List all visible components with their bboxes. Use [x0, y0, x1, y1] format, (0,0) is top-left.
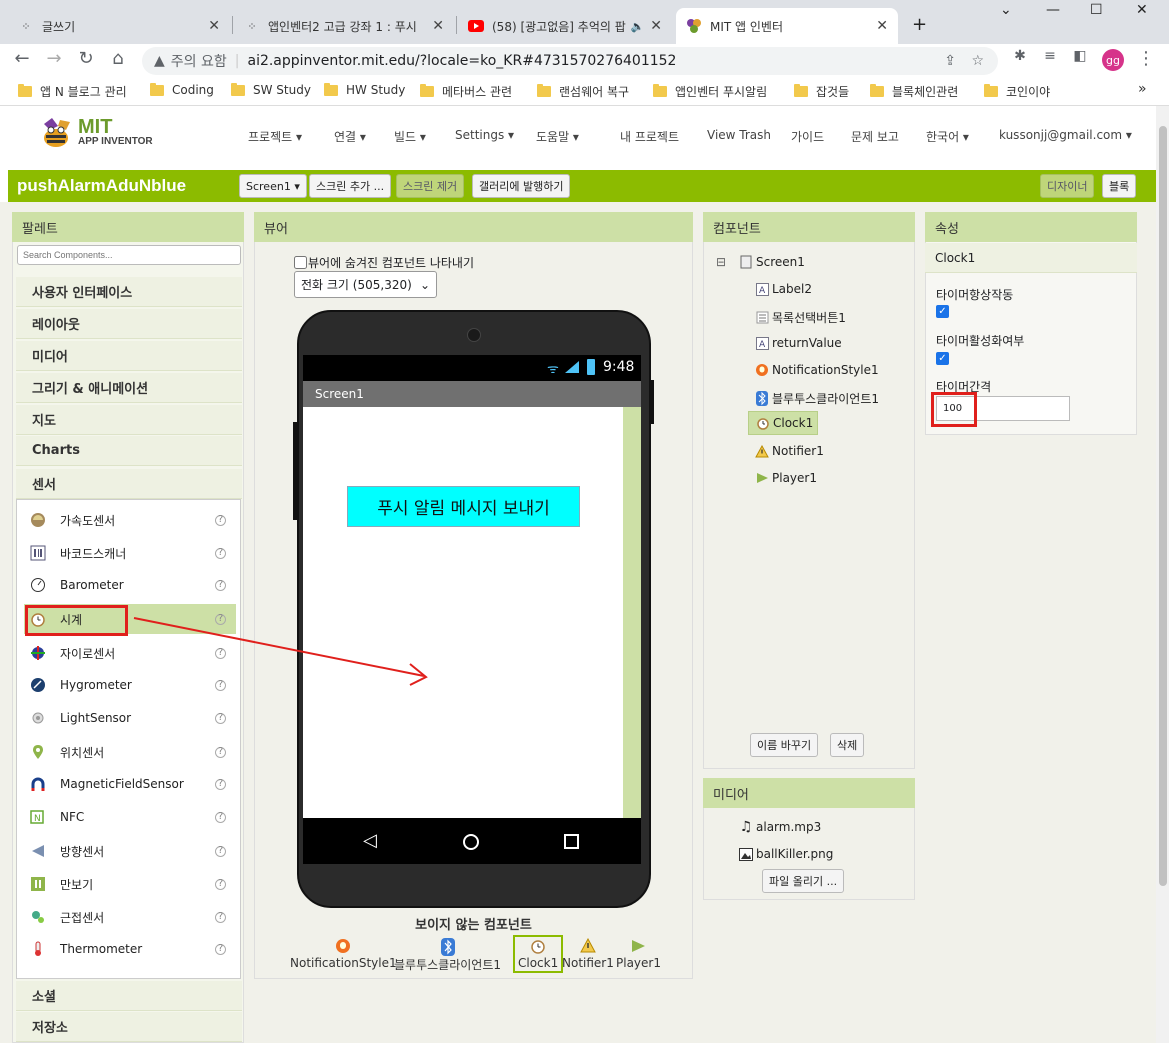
label-icon: A [755, 282, 769, 296]
item-label: Notifier1 [772, 444, 824, 458]
enabled-label: 타이머활성화여부 [936, 334, 1025, 348]
page-scrollbar[interactable] [1156, 106, 1169, 1043]
svg-text:A: A [759, 340, 766, 350]
delete-button[interactable]: 삭제 [830, 733, 865, 757]
music-icon: ♫ [739, 819, 753, 835]
selected-component-name: Clock1 [925, 243, 1137, 273]
component-listpicker1[interactable]: 목록선택버튼1 [755, 309, 846, 326]
annotation-highlight-interval [931, 392, 977, 427]
rename-button[interactable]: 이름 바꾸기 [750, 733, 819, 757]
component-returnvalue[interactable]: AreturnValue [755, 336, 842, 350]
clock-icon [756, 416, 770, 430]
component-bluetooth1[interactable]: 블루투스클라이언트1 [755, 390, 879, 407]
item-label: 블루투스클라이언트1 [772, 392, 879, 406]
bluetooth-icon [755, 391, 769, 406]
item-label: 목록선택버튼1 [772, 311, 846, 325]
properties-title: 속성 [925, 212, 1137, 242]
item-label: ballKiller.png [756, 847, 834, 861]
scrollbar-thumb[interactable] [1159, 126, 1167, 886]
media-file-alarm[interactable]: ♫ alarm.mp3 [739, 819, 822, 835]
component-notificationstyle1[interactable]: NotificationStyle1 [755, 363, 879, 377]
annotation-arrow [133, 617, 428, 686]
component-player1[interactable]: Player1 [755, 471, 817, 485]
tree-collapse-icon[interactable]: ⊟ [716, 255, 726, 269]
components-title: 컴포넌트 [703, 212, 915, 242]
play-icon [755, 471, 769, 485]
item-label: Player1 [772, 471, 817, 485]
item-label: NotificationStyle1 [772, 363, 879, 377]
svg-text:A: A [759, 286, 766, 296]
always-fires-label: 타이머항상작동 [936, 288, 1014, 302]
screen-icon [739, 255, 753, 269]
listpicker-icon [755, 311, 769, 325]
media-file-ballkiller[interactable]: ballKiller.png [739, 847, 833, 861]
item-label: Screen1 [756, 255, 805, 269]
label-icon: A [755, 336, 769, 350]
image-icon [739, 847, 753, 861]
warning-icon [755, 444, 769, 458]
notification-icon [755, 363, 769, 377]
item-label: Clock1 [773, 416, 814, 430]
item-label: Label2 [772, 282, 813, 296]
component-screen1[interactable]: Screen1 [739, 255, 805, 269]
item-label: returnValue [772, 336, 842, 350]
media-title: 미디어 [703, 778, 915, 808]
item-label: alarm.mp3 [756, 820, 822, 834]
enabled-checkbox[interactable]: ✓ [936, 352, 949, 365]
component-label2[interactable]: A Label2 [755, 282, 812, 296]
always-fires-checkbox[interactable]: ✓ [936, 305, 949, 318]
upload-file-button[interactable]: 파일 올리기 ... [762, 869, 845, 893]
component-notifier1[interactable]: Notifier1 [755, 444, 824, 458]
component-clock1-selected[interactable]: Clock1 [748, 411, 819, 435]
